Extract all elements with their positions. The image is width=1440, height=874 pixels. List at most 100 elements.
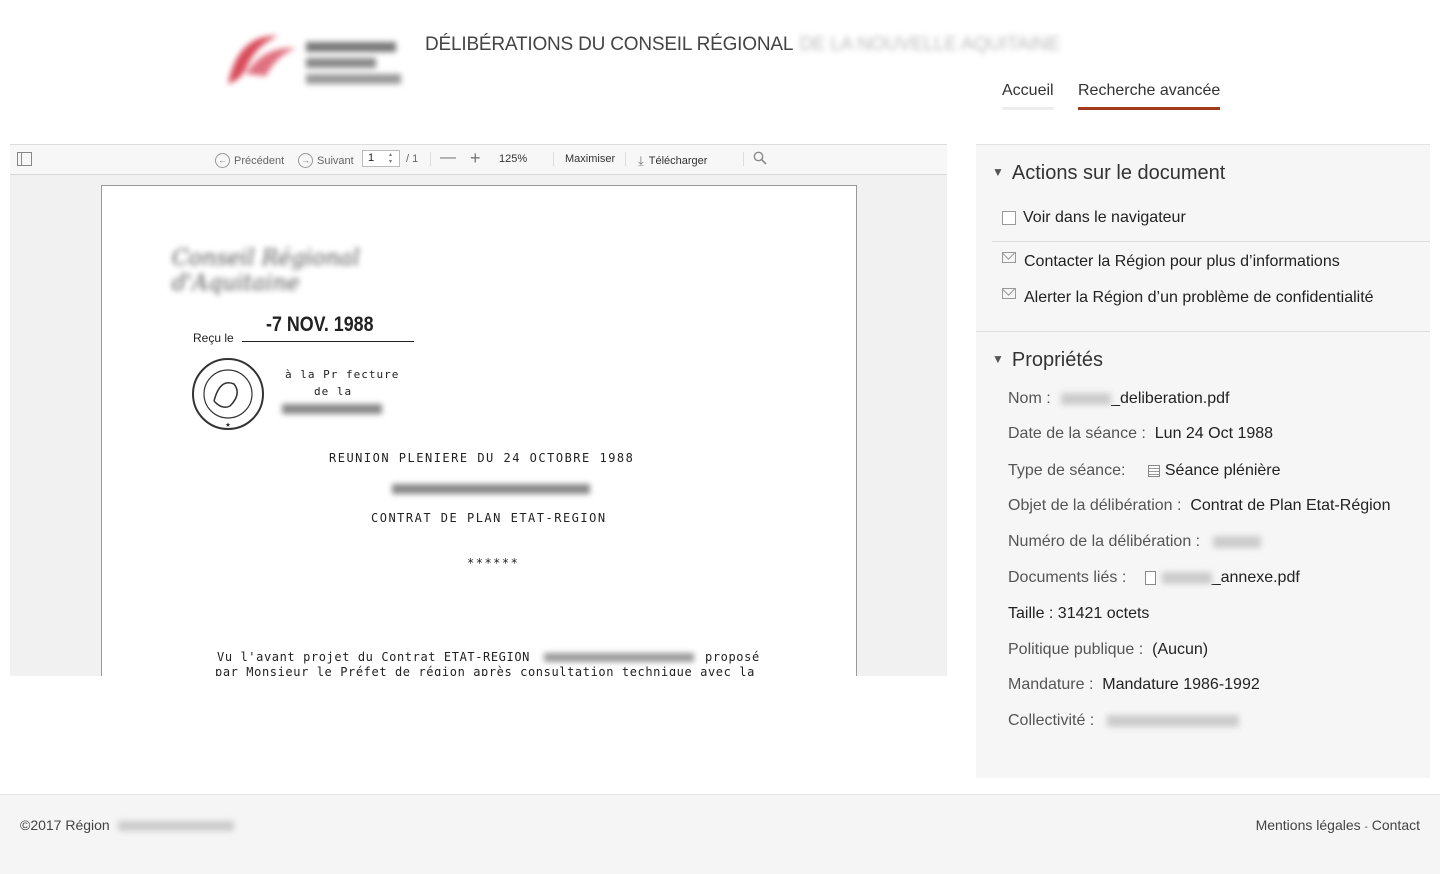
footer-separator: - <box>1364 822 1368 833</box>
prop-date-value: Lun 24 Oct 1988 <box>1154 425 1274 442</box>
redacted-value <box>1061 392 1112 405</box>
contact-region-link[interactable]: Contacter la Région pour plus d’informat… <box>1002 251 1340 271</box>
republic-seal-stamp: ★ <box>192 358 264 430</box>
redacted-value <box>1161 571 1212 584</box>
view-in-browser-link[interactable]: Voir dans le navigateur <box>1002 209 1186 227</box>
nav-accueil[interactable]: Accueil <box>1002 82 1054 110</box>
next-page-button[interactable]: → Suivant <box>298 153 354 168</box>
seance-type-icon <box>1147 464 1160 477</box>
section-divider <box>976 331 1430 332</box>
received-underline <box>242 341 414 342</box>
zoom-level-select[interactable]: 125% <box>499 153 527 165</box>
prefecture-line-2: de la <box>314 385 353 398</box>
svg-text:★: ★ <box>225 420 231 430</box>
maximize-button[interactable]: Maximiser <box>565 153 615 165</box>
redacted-region-name: DE LA NOUVELLE AQUITAINE <box>799 34 1061 55</box>
prop-type-value: Séance plénière <box>1164 462 1281 479</box>
page-footer: ©2017 Région Mentions légales - Contact <box>0 794 1440 874</box>
prop-numero: Numéro de la délibération : <box>1008 533 1261 551</box>
footer-copyright: ©2017 Région <box>20 817 234 833</box>
prop-mandature-label: Mandature : <box>1008 676 1094 693</box>
collapse-triangle-icon: ▼ <box>992 164 1004 179</box>
copyright-text: ©2017 Région <box>20 817 110 833</box>
actions-section-header[interactable]: ▼ Actions sur le document <box>992 162 1225 185</box>
prop-collectivite: Collectivité : <box>1008 712 1239 730</box>
prop-nom-label: Nom : <box>1008 390 1051 407</box>
separator-stars: ****** <box>467 556 520 570</box>
minus-icon: — <box>440 149 456 166</box>
report-privacy-link[interactable]: Alerter la Région d’un problème de confi… <box>1002 287 1374 307</box>
prop-date-label: Date de la séance : <box>1008 425 1146 442</box>
contact-region-label: Contacter la Région pour plus d’informat… <box>1024 253 1340 270</box>
properties-section-title: Propriétés <box>1011 349 1104 371</box>
prop-docs-label: Documents liés : <box>1008 569 1127 586</box>
received-label: Reçu le <box>193 331 234 345</box>
download-icon: ⤓ <box>638 153 644 168</box>
page-number-input[interactable]: 1 <box>362 150 400 167</box>
prop-politique-label: Politique publique : <box>1008 641 1144 658</box>
redacted-region-name <box>117 821 234 832</box>
mail-icon <box>1002 251 1016 263</box>
prop-taille-text: Taille : 31421 octets <box>1008 605 1150 622</box>
toolbar-divider <box>743 152 744 166</box>
toolbar-divider <box>430 152 431 166</box>
toolbar-divider <box>625 152 626 166</box>
prop-mandature: Mandature : Mandature 1986-1992 <box>1008 676 1260 694</box>
next-label: Suivant <box>317 154 354 167</box>
footer-links: Mentions légales - Contact <box>1256 817 1420 833</box>
redacted-prefecture <box>282 404 382 414</box>
pdf-toolbar: ← Précédent → Suivant 1 / 1 — + 125% Max… <box>10 145 947 175</box>
search-button[interactable] <box>753 151 767 165</box>
redacted-body-region <box>544 653 694 662</box>
meeting-title: REUNION PLENIERE DU 24 OCTOBRE 1988 <box>329 451 635 465</box>
prop-documents-lies: Documents liés : _annexe.pdf <box>1008 569 1300 587</box>
site-title: DÉLIBÉRATIONS DU CONSEIL RÉGIONAL DE LA N… <box>425 34 1061 55</box>
pdf-viewer[interactable]: ← Précédent → Suivant 1 / 1 — + 125% Max… <box>10 144 947 676</box>
prop-type: Type de séance: Séance plénière <box>1008 462 1281 480</box>
report-privacy-label: Alerter la Région d’un problème de confi… <box>1024 289 1374 306</box>
prop-objet: Objet de la délibération : Contrat de Pl… <box>1008 497 1390 515</box>
browser-doc-icon <box>1002 211 1016 225</box>
arrow-right-icon: → <box>298 153 313 168</box>
prop-date: Date de la séance : Lun 24 Oct 1988 <box>1008 425 1273 443</box>
properties-section-header[interactable]: ▼ Propriétés <box>992 349 1103 372</box>
zoom-out-button[interactable]: — <box>440 149 456 167</box>
prop-politique-value: (Aucun) <box>1152 641 1209 658</box>
prefecture-line-1: à la Pr fecture <box>285 368 400 381</box>
nav-recherche-avancee[interactable]: Recherche avancée <box>1078 82 1221 110</box>
zoom-in-button[interactable]: + <box>470 148 481 169</box>
redacted-value <box>1106 714 1239 727</box>
arrow-left-icon: ← <box>215 153 230 168</box>
download-button[interactable]: ⤓ Télécharger <box>638 153 707 169</box>
prop-collectivite-label: Collectivité : <box>1008 712 1095 729</box>
council-letterhead: Conseil Régional d'Aquitaine <box>172 246 360 296</box>
contact-link[interactable]: Contact <box>1372 817 1420 833</box>
search-icon <box>753 151 767 165</box>
pdf-page: Conseil Régional d'Aquitaine Reçu le -7 … <box>101 185 857 676</box>
prop-nom-value: _deliberation.pdf <box>1111 390 1230 407</box>
actions-divider <box>992 241 1430 242</box>
plus-icon: + <box>470 148 481 168</box>
body-line-1: Vu l'avant projet du Contrat ETAT-REGION <box>217 650 530 664</box>
prop-numero-label: Numéro de la délibération : <box>1008 533 1201 550</box>
prop-objet-value: Contrat de Plan Etat-Région <box>1190 497 1391 514</box>
previous-label: Précédent <box>234 154 285 167</box>
actions-section-title: Actions sur le document <box>1011 162 1226 184</box>
prop-objet-label: Objet de la délibération : <box>1008 497 1182 514</box>
linked-document-link[interactable]: _annexe.pdf <box>1212 569 1300 586</box>
prop-politique: Politique publique : (Aucun) <box>1008 641 1208 659</box>
mentions-legales-link[interactable]: Mentions légales <box>1256 817 1361 833</box>
mail-icon <box>1002 287 1016 299</box>
previous-page-button[interactable]: ← Précédent <box>215 153 284 168</box>
prop-nom: Nom : _deliberation.pdf <box>1008 390 1229 408</box>
region-logo[interactable] <box>218 24 408 100</box>
prop-mandature-value: Mandature 1986-1992 <box>1102 676 1260 693</box>
sidebar-toggle-icon[interactable] <box>17 152 32 166</box>
document-side-panel: ▼ Actions sur le document Voir dans le na… <box>976 144 1430 778</box>
redacted-deliberation-number <box>392 484 590 494</box>
redacted-value <box>1212 535 1261 548</box>
download-label: Télécharger <box>648 155 708 167</box>
prop-taille: Taille : 31421 octets <box>1008 605 1149 623</box>
received-date-stamp: -7 NOV. 1988 <box>266 313 374 336</box>
toolbar-divider <box>553 152 554 166</box>
